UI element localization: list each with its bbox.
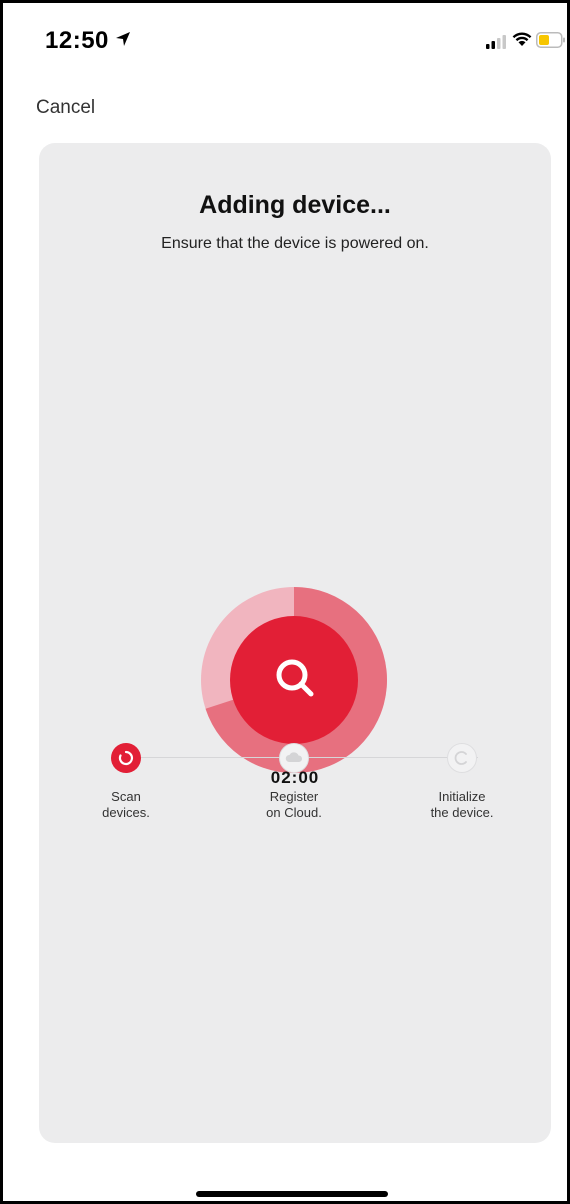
step-initialize-line2: the device.	[430, 805, 494, 820]
step-scan-line2: devices.	[102, 805, 150, 820]
status-time: 12:50	[45, 27, 109, 54]
home-indicator	[196, 1191, 388, 1197]
page-subtitle: Ensure that the device is powered on.	[161, 235, 429, 252]
spinner-icon	[118, 750, 134, 766]
adding-device-card: Adding device... Ensure that the device …	[39, 143, 551, 1143]
step-initialize-line1: Initialize	[438, 789, 486, 804]
step-initialize-label: Initialize the device.	[402, 789, 522, 821]
initialize-icon	[454, 751, 467, 765]
step-register-indicator	[279, 743, 309, 773]
status-bar: 12:50	[3, 3, 567, 83]
cloud-icon	[285, 752, 303, 762]
step-register-line2: on Cloud.	[266, 805, 322, 820]
location-arrow-icon	[116, 32, 130, 46]
step-scan-line1: Scan	[111, 789, 141, 804]
cancel-button[interactable]: Cancel	[36, 97, 95, 119]
wifi-icon	[512, 32, 532, 46]
step-register-label: Register on Cloud.	[234, 789, 354, 821]
cellular-signal-icon	[486, 35, 506, 49]
step-scan-indicator	[111, 743, 141, 773]
progress-inner-circle	[230, 616, 358, 744]
step-register-line1: Register	[269, 789, 319, 804]
phone-screen: 12:50 Cancel Adding device... Ensure tha…	[0, 0, 570, 1204]
step-scan-label: Scan devices.	[66, 789, 186, 821]
page-title: Adding device...	[199, 191, 391, 219]
battery-icon	[536, 32, 565, 48]
step-initialize-indicator	[447, 743, 477, 773]
